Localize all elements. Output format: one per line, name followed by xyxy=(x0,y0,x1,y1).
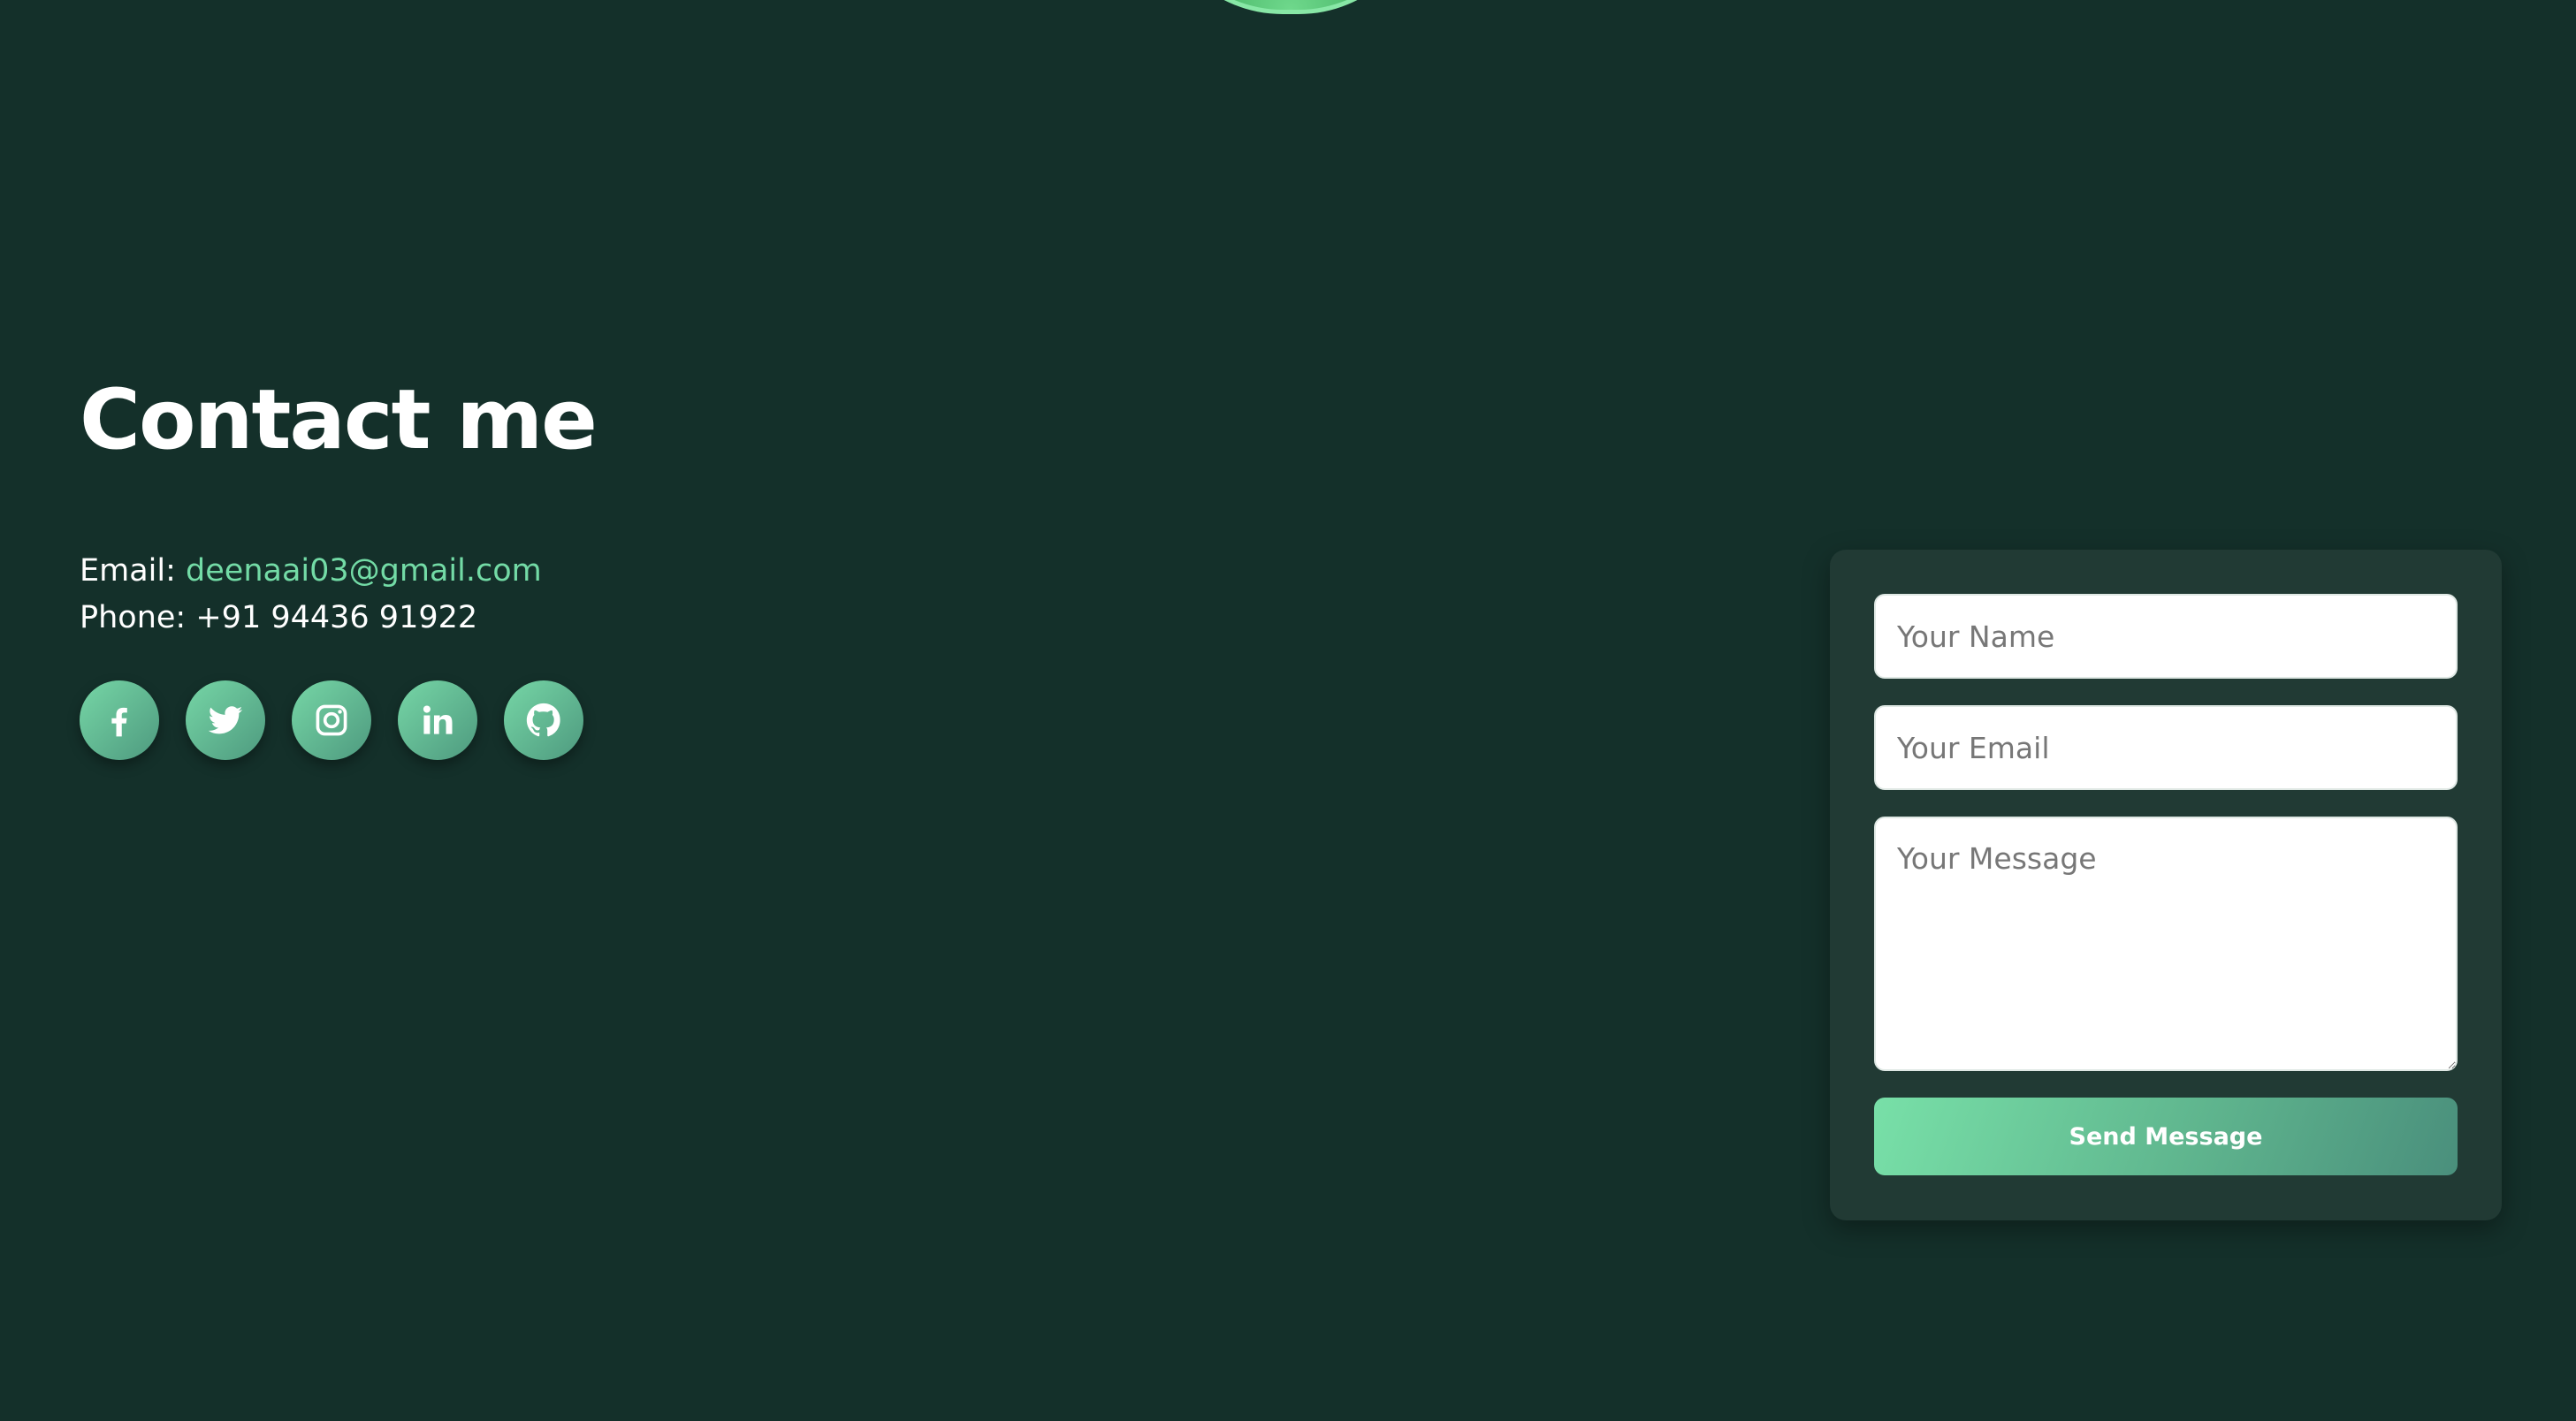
message-textarea[interactable] xyxy=(1874,817,2458,1071)
email-label: Email: xyxy=(80,553,187,589)
instagram-button[interactable] xyxy=(292,680,371,760)
email-link[interactable]: deenaai03@gmail.com xyxy=(186,553,542,589)
twitter-button[interactable] xyxy=(186,680,265,760)
contact-form: Send Message xyxy=(1830,550,2502,1220)
phone-row: Phone: +91 94436 91922 xyxy=(80,595,542,642)
contact-page: Contact me Email: deenaai03@gmail.com Ph… xyxy=(0,0,2576,1421)
phone-label: Phone: xyxy=(80,600,196,635)
github-button[interactable] xyxy=(504,680,583,760)
facebook-icon xyxy=(111,707,127,737)
phone-value: +91 94436 91922 xyxy=(195,600,478,635)
email-input[interactable] xyxy=(1874,705,2458,790)
page-title: Contact me xyxy=(80,372,598,468)
twitter-icon xyxy=(208,706,243,734)
email-row: Email: deenaai03@gmail.com xyxy=(80,548,542,595)
contact-info: Email: deenaai03@gmail.com Phone: +91 94… xyxy=(80,548,542,642)
profile-orb xyxy=(1154,0,1428,14)
github-icon xyxy=(526,703,560,737)
instagram-icon xyxy=(316,704,347,736)
social-links xyxy=(80,680,583,760)
send-message-button[interactable]: Send Message xyxy=(1874,1098,2458,1175)
facebook-button[interactable] xyxy=(80,680,159,760)
name-input[interactable] xyxy=(1874,594,2458,679)
linkedin-icon xyxy=(423,705,453,734)
linkedin-button[interactable] xyxy=(398,680,477,760)
